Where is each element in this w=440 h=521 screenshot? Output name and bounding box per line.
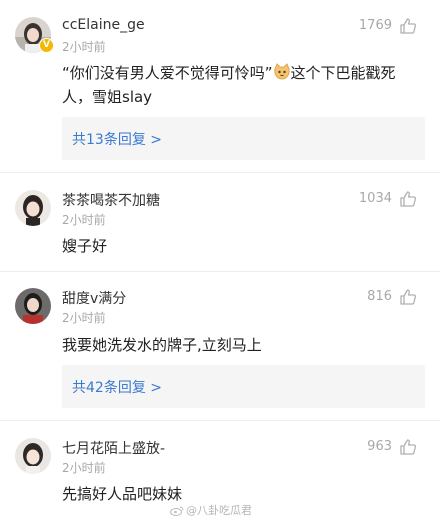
like-count: 1034 [358, 191, 392, 206]
comment-item: 甜度v满分 2小时前 816 我要她洗发水的牌子,立刻马上 共42条回复 > [0, 272, 440, 420]
comment-text: “你们没有男人爱不觉得可怜吗” 这个下巴能戳死人，雪姐slay [62, 61, 412, 109]
like-count: 963 [367, 439, 392, 454]
avatar[interactable] [15, 288, 51, 324]
weibo-logo-icon [170, 506, 184, 516]
comment-text-quote: “你们没有男人爱不觉得可怜吗” [62, 64, 273, 82]
watermark: @八卦吃瓜君 [170, 502, 252, 518]
timestamp: 2小时前 [62, 40, 106, 54]
like-count: 1769 [358, 18, 392, 33]
replies-button[interactable]: 共42条回复 > [62, 365, 425, 408]
replies-label: 共13条回复 > [72, 132, 162, 148]
username[interactable]: 茶茶喝茶不加糖 [62, 190, 160, 210]
timestamp: 2小时前 [62, 461, 106, 475]
replies-button[interactable]: 共13条回复 > [62, 117, 425, 160]
thumbs-up-icon[interactable] [399, 288, 417, 306]
thumbs-up-icon[interactable] [399, 438, 417, 456]
cat-emoji-icon [273, 63, 291, 81]
comment-item: V ccElaine_ge 2小时前 1769 “你们没有男人爱不觉得可怜吗” 这… [0, 0, 440, 172]
username[interactable]: ccElaine_ge [62, 17, 145, 33]
verified-badge-icon: V [39, 38, 54, 53]
timestamp: 2小时前 [62, 213, 106, 227]
avatar[interactable] [15, 438, 51, 474]
comment-text: 我要她洗发水的牌子,立刻马上 [62, 336, 262, 354]
comment-item: 茶茶喝茶不加糖 2小时前 1034 嫂子好 [0, 173, 440, 271]
like-count: 816 [367, 289, 392, 304]
username[interactable]: 甜度v满分 [62, 288, 126, 308]
timestamp: 2小时前 [62, 311, 106, 325]
replies-label: 共42条回复 > [72, 380, 162, 396]
username[interactable]: 七月花陌上盛放- [62, 438, 165, 458]
thumbs-up-icon[interactable] [399, 190, 417, 208]
thumbs-up-icon[interactable] [399, 17, 417, 35]
comment-text: 嫂子好 [62, 237, 108, 255]
watermark-text: @八卦吃瓜君 [186, 504, 252, 517]
avatar[interactable] [15, 190, 51, 226]
